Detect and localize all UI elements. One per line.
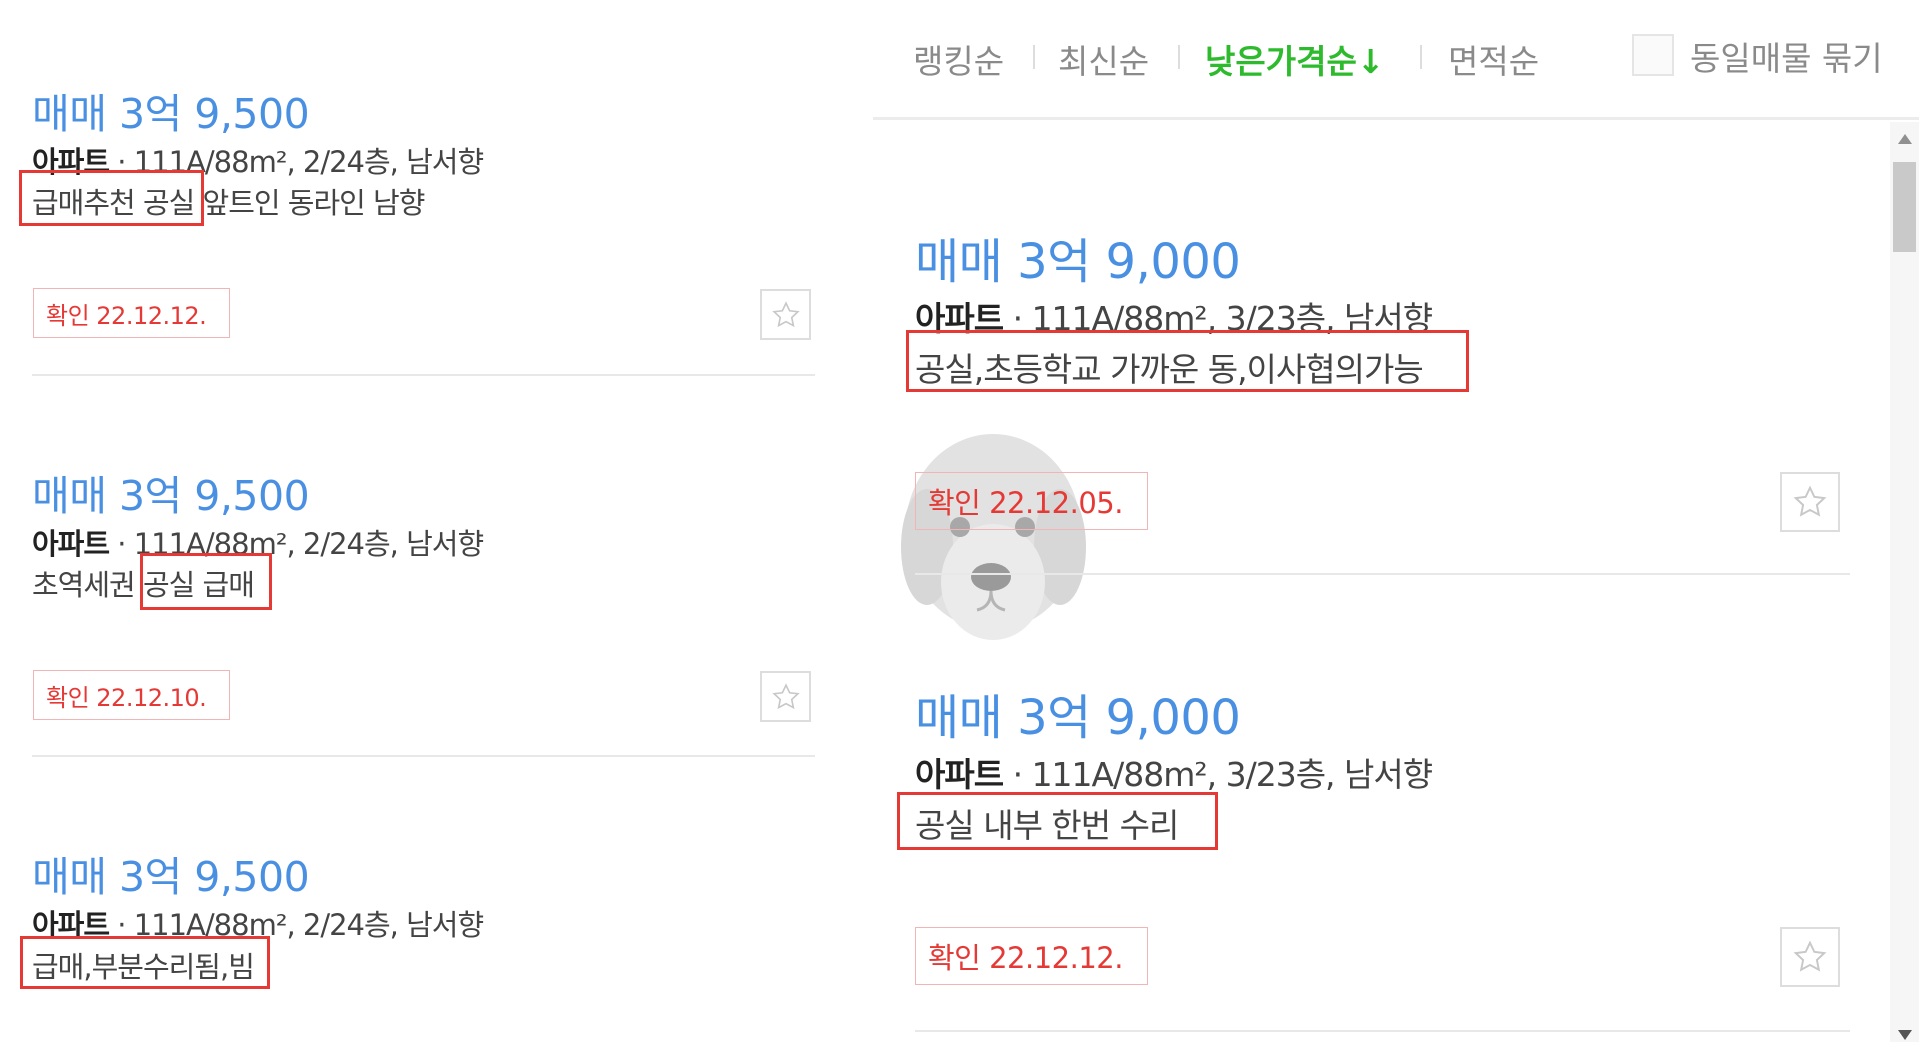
same-listing-label: 동일매물 묶기 bbox=[1690, 39, 1883, 78]
scroll-up-icon[interactable] bbox=[1896, 132, 1914, 146]
sort-bar-divider bbox=[873, 117, 1919, 120]
favorite-button[interactable] bbox=[1780, 472, 1840, 532]
listing-spec: 아파트 · 111A/88m², 3/23층, 남서향 bbox=[915, 748, 1434, 796]
highlight-box bbox=[906, 330, 1469, 392]
listing-price[interactable]: 매매 3억 9,500 bbox=[32, 843, 310, 903]
star-icon bbox=[771, 682, 800, 709]
listing-divider bbox=[32, 755, 815, 757]
highlight-box bbox=[140, 553, 272, 610]
sort-divider bbox=[1420, 45, 1422, 69]
confirm-badge: 확인 22.12.12. bbox=[915, 927, 1148, 985]
listing-price[interactable]: 매매 3억 9,000 bbox=[915, 678, 1241, 748]
favorite-button[interactable] bbox=[760, 671, 811, 722]
favorite-button[interactable] bbox=[760, 289, 811, 340]
confirm-badge: 확인 22.12.05. bbox=[915, 472, 1148, 530]
confirm-badge: 확인 22.12.12. bbox=[33, 288, 230, 338]
same-listing-checkbox[interactable] bbox=[1632, 34, 1674, 76]
scroll-down-icon[interactable] bbox=[1896, 1028, 1914, 1042]
scrollbar-thumb[interactable] bbox=[1893, 162, 1916, 252]
favorite-button[interactable] bbox=[1780, 927, 1840, 987]
listing-divider bbox=[32, 374, 815, 376]
listing-spec-detail: · 111A/88m², 3/23층, 남서향 bbox=[1003, 755, 1434, 794]
listing-price[interactable]: 매매 3억 9,000 bbox=[915, 222, 1241, 292]
sort-latest[interactable]: 최신순 bbox=[1058, 35, 1149, 83]
confirm-badge: 확인 22.12.10. bbox=[33, 670, 230, 720]
listing-price[interactable]: 매매 3억 9,500 bbox=[32, 462, 310, 522]
puppy-watermark bbox=[901, 434, 1086, 640]
star-icon bbox=[771, 300, 800, 327]
sort-divider bbox=[1033, 45, 1035, 69]
scrollbar-track[interactable] bbox=[1890, 122, 1919, 1042]
listing-divider bbox=[915, 1030, 1850, 1032]
sort-area[interactable]: 면적순 bbox=[1448, 35, 1539, 83]
listing-price[interactable]: 매매 3억 9,500 bbox=[32, 80, 310, 140]
sort-ranking[interactable]: 랭킹순 bbox=[913, 35, 1004, 83]
sort-low-price[interactable]: 낮은가격순↓ bbox=[1205, 35, 1384, 83]
highlight-box bbox=[897, 792, 1218, 850]
highlight-box bbox=[19, 170, 204, 226]
listing-divider bbox=[915, 573, 1850, 575]
star-icon bbox=[1793, 485, 1827, 517]
sort-divider bbox=[1178, 45, 1180, 69]
listing-type: 아파트 bbox=[915, 755, 1004, 794]
highlight-box bbox=[20, 936, 270, 989]
listing-type: 아파트 bbox=[32, 527, 110, 561]
star-icon bbox=[1793, 940, 1827, 972]
